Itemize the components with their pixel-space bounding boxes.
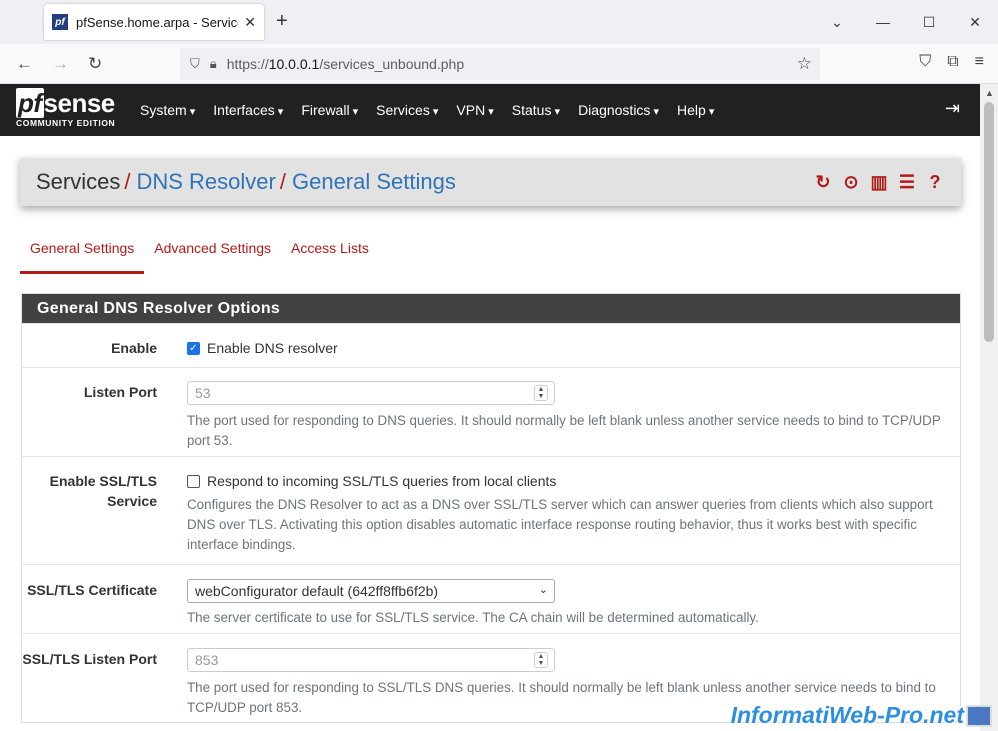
pfsense-logo[interactable]: pfsense COMMUNITY EDITION	[16, 88, 115, 128]
reload-icon[interactable]: ↻	[88, 54, 102, 74]
scroll-up-icon[interactable]: ▲	[985, 88, 994, 98]
browser-toolbar-icons: ⛉ ⧉ ≡	[919, 53, 984, 71]
enable-checkbox-label: Enable DNS resolver	[207, 340, 338, 356]
ssl-listen-port-label: SSL/TLS Listen Port	[22, 651, 157, 667]
tab-title: pfSense.home.arpa - Services: D	[76, 14, 238, 30]
favicon-icon: pf	[52, 14, 68, 30]
breadcrumb-services: Services	[36, 169, 121, 194]
ssl-listen-port-input[interactable]: 853 ▲ ▼	[187, 648, 555, 672]
restart-service-icon[interactable]: ↻	[813, 172, 833, 193]
browser-tab[interactable]: pf pfSense.home.arpa - Services: D ✕	[44, 4, 264, 40]
main-menu: System Interfaces Firewall Services VPN …	[140, 84, 732, 136]
menu-system[interactable]: System	[140, 102, 195, 118]
watermark: InformatiWeb-Pro.net	[730, 702, 964, 728]
enable-label: Enable	[111, 340, 157, 356]
menu-vpn[interactable]: VPN	[456, 102, 493, 118]
forward-arrow-icon[interactable]: →	[52, 54, 69, 74]
browser-tab-bar: pf pfSense.home.arpa - Services: D ✕ + ⌄…	[0, 0, 998, 44]
close-tab-icon[interactable]: ✕	[244, 14, 256, 31]
breadcrumb-icons: ↻ ⊙ ▥ ☰ ?	[813, 172, 945, 193]
tab-general-settings[interactable]: General Settings	[20, 234, 145, 274]
enable-dns-resolver-checkbox[interactable]: ✓ Enable DNS resolver	[187, 338, 950, 358]
stop-service-icon[interactable]: ⊙	[841, 172, 861, 193]
new-tab-icon[interactable]: +	[276, 10, 288, 33]
ssl-certificate-help: The server certificate to use for SSL/TL…	[187, 610, 759, 625]
form-row-ssl-certificate: SSL/TLS Certificate webConfigurator defa…	[22, 564, 960, 633]
help-icon[interactable]: ?	[925, 172, 945, 193]
url-bar[interactable]: ⛉ 🔒︎ https://10.0.0.1/services_unbound.p…	[180, 48, 820, 80]
close-window-icon[interactable]: ✕	[952, 14, 998, 31]
settings-tabs: General Settings Advanced Settings Acces…	[20, 234, 379, 274]
spinner-icon[interactable]: ▲ ▼	[534, 652, 548, 668]
lock-icon[interactable]: 🔒︎	[210, 56, 217, 72]
menu-firewall[interactable]: Firewall	[301, 102, 358, 118]
window-controls: ⌄ — ☐ ✕	[814, 0, 998, 44]
ssl-certificate-label: SSL/TLS Certificate	[27, 582, 157, 598]
pocket-icon[interactable]: ⛉	[919, 53, 931, 71]
maximize-icon[interactable]: ☐	[906, 14, 952, 31]
menu-diagnostics[interactable]: Diagnostics	[578, 102, 659, 118]
shield-icon[interactable]: ⛉	[190, 56, 200, 72]
extensions-icon[interactable]: ⧉	[947, 53, 958, 71]
form-row-ssl-tls-service: Enable SSL/TLS Service Respond to incomi…	[22, 456, 960, 564]
scroll-thumb[interactable]	[984, 102, 994, 342]
breadcrumb-general-settings[interactable]: General Settings	[292, 169, 456, 195]
menu-services[interactable]: Services	[376, 102, 438, 118]
hamburger-menu-icon[interactable]: ≡	[975, 53, 984, 71]
status-chart-icon[interactable]: ▥	[869, 172, 889, 193]
ssl-certificate-select[interactable]: webConfigurator default (642ff8ffb6f2b) …	[187, 579, 555, 603]
watermark-laptop-icon	[966, 705, 992, 727]
checkbox-unchecked-icon[interactable]	[187, 474, 200, 488]
listen-port-label: Listen Port	[83, 384, 157, 400]
spinner-icon[interactable]: ▲ ▼	[534, 385, 548, 401]
ssl-tls-help: Configures the DNS Resolver to act as a …	[187, 497, 933, 552]
listen-port-input[interactable]: 53 ▲ ▼	[187, 381, 555, 405]
dns-resolver-options-panel: General DNS Resolver Options Enable ✓ En…	[21, 293, 961, 723]
checkbox-checked-icon[interactable]: ✓	[187, 341, 200, 355]
page-scrollbar[interactable]: ▲	[980, 84, 998, 731]
ssl-tls-service-label: Enable SSL/TLS Service	[49, 473, 157, 509]
tab-list-chevron-icon[interactable]: ⌄	[814, 14, 860, 31]
breadcrumb-separator: /	[279, 169, 286, 194]
browser-nav-bar: ← → ↻ ⛉ 🔒︎ https://10.0.0.1/services_unb…	[0, 44, 998, 84]
breadcrumb-dns-resolver[interactable]: DNS Resolver	[136, 169, 275, 195]
menu-interfaces[interactable]: Interfaces	[213, 102, 283, 118]
pfsense-header: pfsense COMMUNITY EDITION System Interfa…	[0, 84, 980, 136]
listen-port-help: The port used for responding to DNS quer…	[187, 413, 941, 448]
logout-icon[interactable]: ⇥	[945, 98, 960, 119]
tab-advanced-settings[interactable]: Advanced Settings	[144, 234, 281, 274]
form-row-enable: Enable ✓ Enable DNS resolver	[22, 323, 960, 367]
page-viewport: pfsense COMMUNITY EDITION System Interfa…	[0, 84, 998, 731]
chevron-down-icon[interactable]: ⌄	[539, 583, 548, 596]
form-row-listen-port: Listen Port 53 ▲ ▼ The port used for resp…	[22, 367, 960, 456]
menu-status[interactable]: Status	[512, 102, 560, 118]
breadcrumb: Services / DNS Resolver / General Settin…	[20, 158, 961, 206]
panel-title: General DNS Resolver Options	[22, 294, 960, 323]
log-list-icon[interactable]: ☰	[897, 172, 917, 193]
ssl-tls-checkbox[interactable]: Respond to incoming SSL/TLS queries from…	[187, 471, 950, 491]
minimize-icon[interactable]: —	[860, 14, 906, 30]
breadcrumb-separator: /	[124, 169, 131, 194]
back-arrow-icon[interactable]: ←	[16, 54, 33, 74]
url-text[interactable]: https://10.0.0.1/services_unbound.php	[227, 56, 464, 72]
tab-access-lists[interactable]: Access Lists	[281, 234, 379, 274]
ssl-tls-checkbox-label: Respond to incoming SSL/TLS queries from…	[207, 473, 557, 489]
menu-help[interactable]: Help	[677, 102, 714, 118]
bookmark-star-icon[interactable]: ☆	[797, 54, 812, 74]
